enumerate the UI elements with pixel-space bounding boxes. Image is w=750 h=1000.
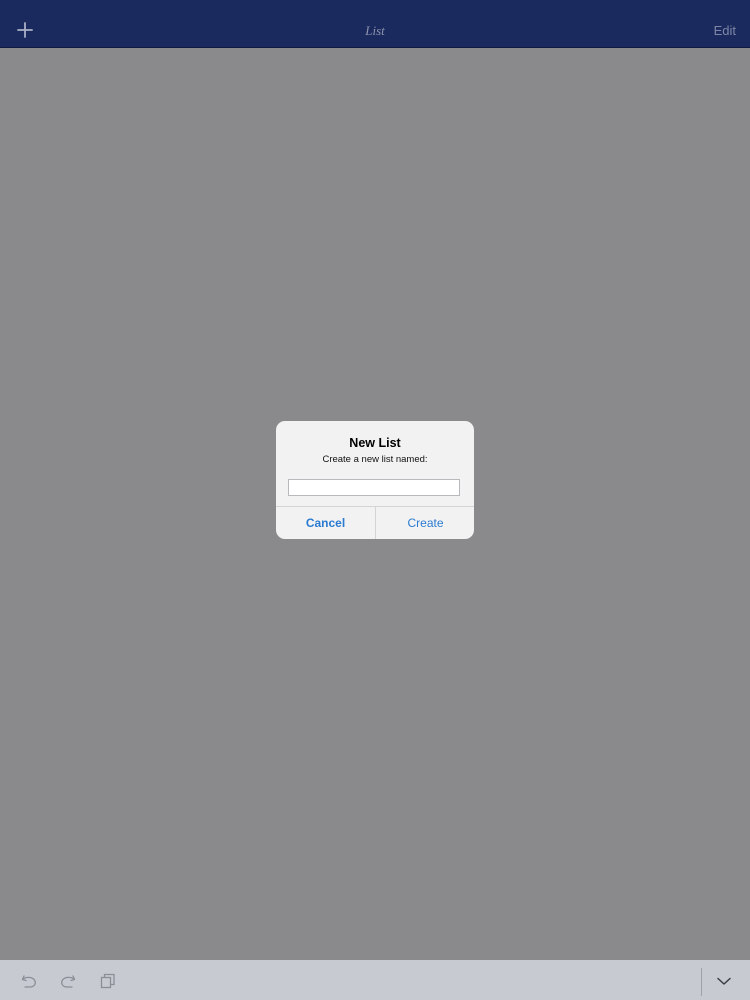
dismiss-keyboard-button[interactable] bbox=[715, 972, 733, 990]
page-title: List bbox=[365, 23, 385, 38]
redo-button[interactable] bbox=[59, 972, 77, 990]
redo-icon bbox=[61, 975, 76, 988]
dialog-title: New List bbox=[349, 436, 401, 450]
cancel-button[interactable]: Cancel bbox=[276, 507, 375, 539]
navigation-bar: List Edit bbox=[0, 0, 750, 48]
toolbar-divider bbox=[701, 968, 702, 996]
list-name-input[interactable] bbox=[288, 479, 460, 496]
app-screen: List Edit New List Create a new list nam… bbox=[0, 0, 750, 1000]
create-button[interactable]: Create bbox=[376, 507, 474, 539]
copy-button[interactable] bbox=[99, 972, 117, 990]
undo-icon bbox=[21, 975, 36, 988]
chevron-down-icon bbox=[717, 977, 731, 985]
new-list-dialog: New List Create a new list named: Cancel… bbox=[276, 421, 474, 539]
undo-button[interactable] bbox=[20, 972, 38, 990]
dialog-message: Create a new list named: bbox=[322, 454, 428, 465]
edit-button[interactable]: Edit bbox=[714, 23, 736, 38]
copy-icon bbox=[100, 973, 115, 989]
bottom-toolbar bbox=[0, 960, 750, 1000]
